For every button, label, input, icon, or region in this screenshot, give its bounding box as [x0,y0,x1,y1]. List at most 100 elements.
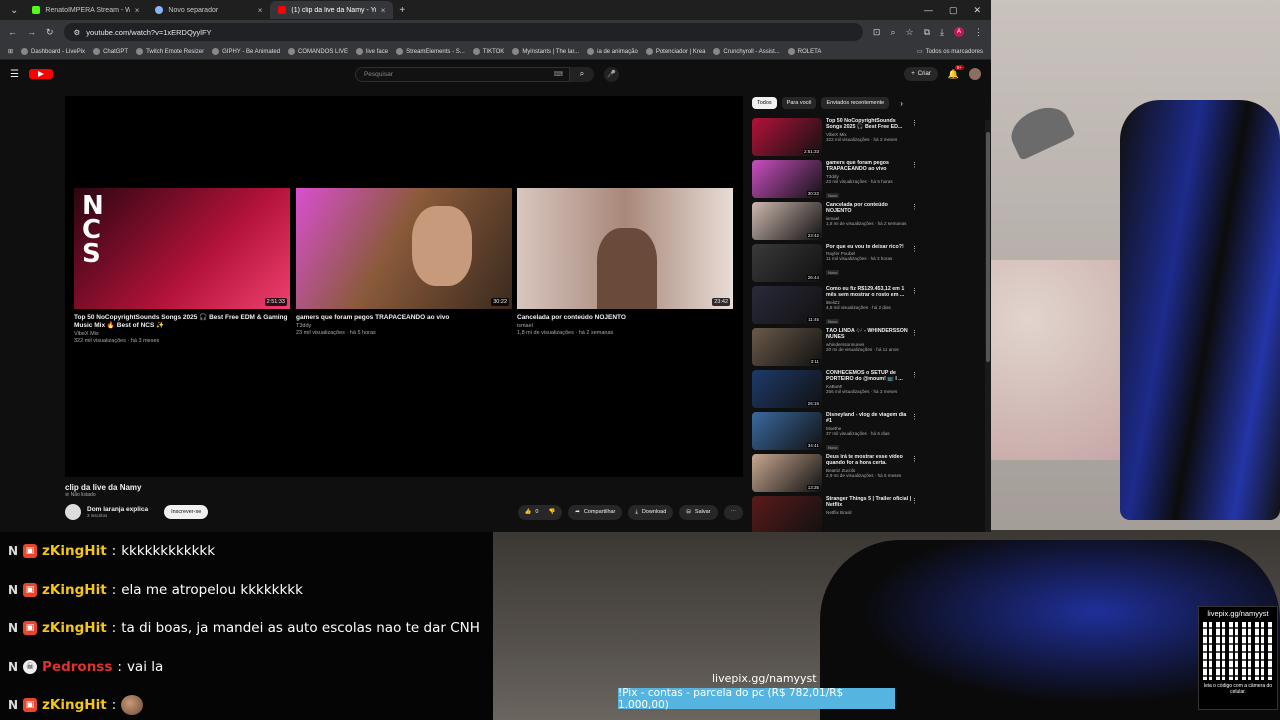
profile-avatar[interactable]: A [954,26,964,37]
recommended-video[interactable]: Stranger Things 5 | Trailer oficial | Ne… [752,496,922,532]
site-info-icon[interactable]: ⚙ [74,28,81,37]
channel-name[interactable]: Dom laranja explica [87,506,148,513]
more-options-icon[interactable]: ⋮ [911,329,918,337]
recommended-thumbnail[interactable]: 26:44 [752,244,822,282]
more-options-icon[interactable]: ⋮ [911,203,918,211]
more-options-icon[interactable]: ⋮ [911,413,918,421]
recommended-title[interactable]: Stranger Things 5 | Trailer oficial | Ne… [826,496,912,509]
close-window-icon[interactable]: ✕ [973,5,981,16]
recommended-thumbnail[interactable]: 3:11 [752,328,822,366]
recommended-video[interactable]: 26:15 CONHECEMOS o SETUP de PORTEIRO do … [752,370,922,412]
create-button[interactable]: + Criar [904,67,938,81]
zoom-icon[interactable]: ⌕ [890,27,895,38]
thumbs-down-icon[interactable]: 👎 [548,509,555,515]
forward-icon[interactable]: → [27,27,36,37]
bookmark[interactable]: COMANDOS LIVE [288,48,348,55]
recommended-video[interactable]: 11:45 Como eu fiz R$129.453,12 em 1 mês … [752,286,922,328]
tab-youtube[interactable]: (1) clip da live da Namy - YouT× [270,1,394,19]
chip-all[interactable]: Todos [752,97,777,109]
recommended-channel[interactable]: Netflix Brasil [826,510,912,515]
endcard-thumbnail[interactable]: NCS 2:51:33 [74,188,290,309]
back-icon[interactable]: ← [8,27,17,37]
notifications-bell-icon[interactable]: 🔔 9+ [948,64,964,80]
recommended-video[interactable]: 23:42 Cancelada por conteúdo NOJENTO ism… [752,202,922,244]
more-options-icon[interactable]: ⋮ [911,161,918,169]
hamburger-menu-icon[interactable]: ☰ [10,69,19,80]
recommended-thumbnail[interactable]: 13:35 [752,454,822,492]
new-tab-button[interactable]: + [393,5,411,16]
bookmark[interactable]: live face [356,48,388,55]
tab-kick[interactable]: RenatoIMPERA Stream - Wi × [24,1,147,19]
address-bar[interactable]: ⚙ youtube.com/watch?v=1xERDQyylFY [63,23,863,41]
endcard-video[interactable]: 30:22 gamers que foram pegos TRAPACEANDO… [296,188,512,336]
recommended-thumbnail[interactable]: 23:42 [752,202,822,240]
share-button[interactable]: ➦ Compartilhar [568,504,623,520]
close-icon[interactable]: × [135,6,140,15]
more-options-icon[interactable]: ⋮ [911,287,918,295]
recommended-title[interactable]: Top 50 NoCopyrightSounds Songs 2025 🎧 Be… [826,118,912,131]
recommended-video[interactable]: 13:35 Deus irá te mostrar esse vídeo qua… [752,454,922,496]
bookmark[interactable]: Myinstants | The lar... [512,48,579,55]
close-icon[interactable]: × [381,6,386,15]
recommended-title[interactable]: TÃO LINDA 🎶 - WHINDERSSON NUNES [826,328,912,341]
endcard-thumbnail[interactable]: 30:22 [296,188,512,309]
install-icon[interactable]: ⊡ [873,27,881,38]
scrollbar-thumb[interactable] [986,132,990,362]
recommended-thumbnail[interactable]: 30:22 [752,160,822,198]
more-options-icon[interactable]: ⋮ [911,245,918,253]
bookmark[interactable]: ChatGPT [93,48,128,55]
minimize-icon[interactable]: — [924,5,933,16]
all-bookmarks[interactable]: ▭ Todos os marcadores [917,48,983,56]
recommended-video[interactable]: 2:51:33 Top 50 NoCopyrightSounds Songs 2… [752,118,922,160]
recommended-video[interactable]: 30:22 gamers que foram pegos TRAPACEANDO… [752,160,922,202]
more-options-icon[interactable]: ⋮ [911,455,918,463]
bookmark[interactable]: Dashboard - LivePix [21,48,85,55]
bookmark[interactable]: Crunchyroll - Assist... [713,48,780,55]
recommended-title[interactable]: Como eu fiz R$129.453,12 em 1 mês sem mo… [826,286,912,299]
download-button[interactable]: ⤓ Download [628,504,674,520]
save-button[interactable]: ⊟ Salvar [679,504,718,520]
chip-for-you[interactable]: Para você [781,97,817,109]
tab-search-icon[interactable]: ⌄ [4,5,24,16]
video-player[interactable]: NCS 2:51:33 Top 50 NoCopyrightSounds Son… [65,96,743,477]
more-options-icon[interactable]: ⋮ [911,497,918,505]
download-icon[interactable]: ⤓ [940,27,944,38]
recommended-thumbnail[interactable]: 11:45 [752,286,822,324]
subscribe-button[interactable]: Inscrever-se [164,505,209,519]
menu-icon[interactable]: ⋮ [974,27,983,38]
bookmark[interactable]: StreamElements - S... [396,48,465,55]
recommended-title[interactable]: gamers que foram pegos TRAPACEANDO ao vi… [826,160,912,173]
more-actions-icon[interactable]: ⋯ [723,504,743,520]
recommended-video[interactable]: 26:44 Por que eu vou te deixar rico?! Ra… [752,244,922,286]
recommended-title[interactable]: Disneyland - vlog de viagem dia #1 [826,412,912,425]
bookmark[interactable]: ia de animação [587,48,638,55]
bookmark[interactable]: ROLETA [787,48,821,55]
search-button[interactable]: ⌕ [569,66,594,82]
endcard-video[interactable]: NCS 2:51:33 Top 50 NoCopyrightSounds Son… [74,188,290,344]
recommended-thumbnail[interactable]: 34:41 [752,412,822,450]
like-button[interactable]: 👍 0 👎 [517,504,563,520]
chevron-right-icon[interactable]: › [900,99,903,108]
extensions-icon[interactable]: ⧉ [924,27,930,38]
maximize-icon[interactable]: ▢ [949,5,958,16]
recommended-video[interactable]: 3:11 TÃO LINDA 🎶 - WHINDERSSON NUNES whi… [752,328,922,370]
scrollbar[interactable] [985,120,991,532]
bookmark[interactable]: TIKTOK [472,48,504,55]
recommended-title[interactable]: Deus irá te mostrar esse vídeo quando fo… [826,454,912,467]
bookmark[interactable]: GIPHY - Be Animated [212,48,280,55]
recommended-title[interactable]: Cancelada por conteúdo NOJENTO [826,202,912,215]
tab-new[interactable]: Novo separador × [147,1,270,19]
recommended-video[interactable]: 34:41 Disneyland - vlog de viagem dia #1… [752,412,922,454]
microphone-icon[interactable]: 🎤 [603,66,619,82]
bookmark[interactable]: Potenciador | Krea [645,48,705,55]
close-icon[interactable]: × [258,6,263,15]
star-icon[interactable]: ☆ [906,27,914,38]
channel-avatar[interactable] [65,504,81,520]
search-input[interactable]: Pesquisar ⌨ [354,66,570,82]
more-options-icon[interactable]: ⋮ [911,119,918,127]
bookmark[interactable]: Twitch Emote Resizer [136,48,204,55]
youtube-logo[interactable] [28,69,53,79]
more-options-icon[interactable]: ⋮ [911,371,918,379]
recommended-title[interactable]: Por que eu vou te deixar rico?! [826,244,912,250]
recommended-thumbnail[interactable]: 26:15 [752,370,822,408]
